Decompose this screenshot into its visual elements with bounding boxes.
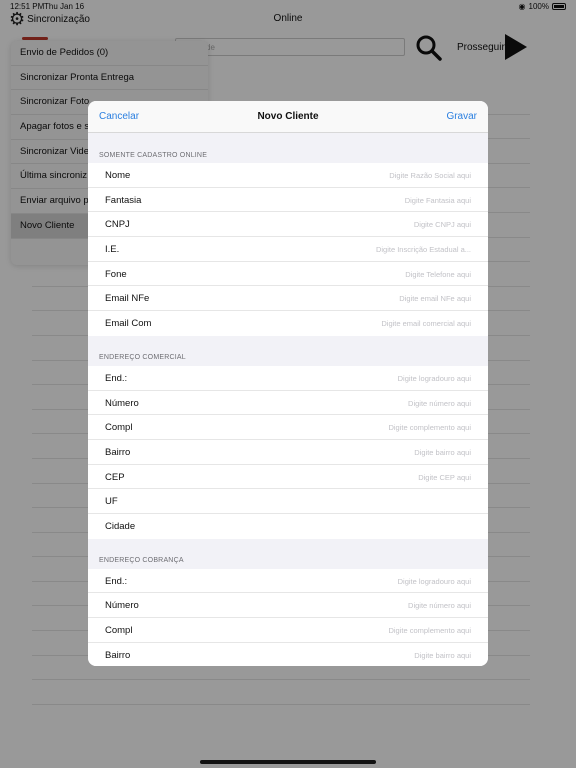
field-label: Compl (105, 625, 133, 636)
field-label: Email Com (105, 318, 152, 330)
form-row-compl: Compl (88, 618, 488, 643)
form-row-cnpj: CNPJ (88, 212, 488, 238)
form-row-cep: CEP (88, 465, 488, 490)
field-label: Cidade (105, 520, 136, 532)
home-indicator[interactable] (200, 760, 376, 764)
form-row-numero: Número (88, 391, 488, 416)
address-field[interactable] (271, 373, 471, 383)
field-label: Email NFe (105, 293, 150, 305)
billing-complement-field[interactable] (271, 626, 471, 635)
complement-field[interactable] (271, 423, 471, 433)
field-label: Número (105, 397, 139, 409)
form-row-numero: Número (88, 593, 488, 618)
form-row-nome: Nome (88, 163, 488, 188)
field-label: Bairro (105, 446, 131, 458)
field-label: Nome (105, 170, 131, 181)
billing-address-field[interactable] (271, 576, 471, 586)
form-row-email-com: Email Com (88, 311, 488, 336)
field-label: End.: (105, 575, 128, 587)
section-online: Nome Fantasia CNPJ I.E. Fone Email NFe E… (88, 163, 488, 336)
form-row-end: End.: (88, 366, 488, 391)
new-client-modal: Cancelar Novo Cliente Gravar SOMENTE CAD… (88, 101, 488, 666)
field-label: UF (105, 496, 118, 508)
number-field[interactable] (271, 398, 471, 408)
email-com-field[interactable] (271, 319, 471, 329)
field-label: End.: (105, 372, 128, 384)
field-label: CNPJ (105, 219, 130, 231)
field-label: Número (105, 600, 139, 612)
form-row-bairro: Bairro (88, 440, 488, 465)
save-button[interactable]: Gravar (446, 111, 477, 122)
district-field[interactable] (271, 447, 471, 457)
form-row-uf[interactable]: UF (88, 489, 488, 514)
nome-field[interactable] (271, 171, 471, 180)
section-header-online: SOMENTE CADASTRO ONLINE (99, 152, 208, 159)
fone-field[interactable] (271, 269, 471, 279)
billing-number-field[interactable] (271, 601, 471, 611)
field-label: I.E. (105, 244, 120, 256)
section-commercial-address: End.: Número Compl Bairro CEP UF Cidade (88, 365, 488, 539)
form-row-email-nfe: Email NFe (88, 286, 488, 312)
cep-field[interactable] (271, 472, 471, 482)
field-label: Bairro (105, 649, 131, 661)
section-header-billing: ENDEREÇO COBRANÇA (99, 556, 184, 564)
ie-field[interactable] (271, 245, 471, 255)
form-row-compl: Compl (88, 415, 488, 440)
field-label: CEP (105, 471, 125, 483)
cnpj-field[interactable] (271, 220, 471, 230)
modal-header: Cancelar Novo Cliente Gravar (88, 101, 488, 133)
form-row-ie: I.E. (88, 237, 488, 262)
section-billing-address: End.: Número Compl Bairro (88, 568, 488, 666)
form-row-cidade[interactable]: Cidade (88, 514, 488, 539)
field-label: Compl (105, 422, 133, 434)
email-nfe-field[interactable] (271, 294, 471, 304)
form-row-fone: Fone (88, 262, 488, 287)
section-header-commercial: ENDEREÇO COMERCIAL (99, 353, 186, 361)
fantasia-field[interactable] (271, 195, 471, 205)
form-row-bairro: Bairro (88, 643, 488, 666)
field-label: Fone (105, 268, 127, 280)
billing-district-field[interactable] (271, 650, 471, 660)
form-row-end: End.: (88, 569, 488, 594)
modal-title: Novo Cliente (257, 111, 319, 122)
form-row-fantasia: Fantasia (88, 188, 488, 213)
field-label: Fantasia (105, 194, 142, 206)
